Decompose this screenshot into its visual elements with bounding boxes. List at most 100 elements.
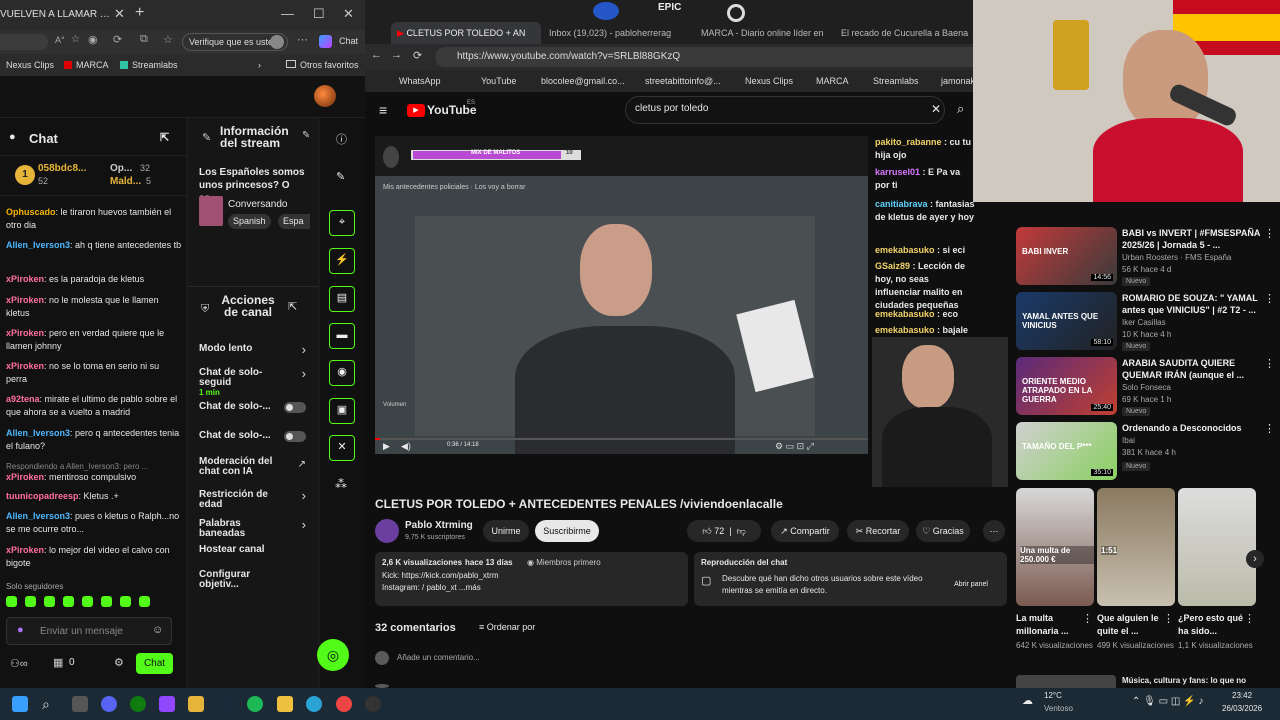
toggle-switch[interactable] — [284, 431, 306, 442]
search-icon[interactable]: ⌕ — [42, 696, 58, 712]
recommended-video[interactable]: TAMAÑO DEL P*** 35:10 Ordenando a Desconoc… — [1016, 422, 1276, 482]
tab-cucurella[interactable]: El recado de Cucurella a Baena — [835, 22, 973, 44]
video-thumbnail[interactable]: TAMAÑO DEL P*** 35:10 — [1016, 422, 1117, 480]
tab-title[interactable]: VUELVEN A LLAMAR CLETUS A — [0, 9, 112, 20]
discord-icon[interactable] — [101, 696, 117, 712]
user-avatar[interactable] — [314, 85, 336, 107]
tag[interactable]: Spanish — [228, 214, 271, 229]
chart-icon[interactable]: ↗ — [298, 459, 306, 470]
points-icon[interactable]: ⚇∞ — [10, 657, 28, 670]
message-user[interactable]: xPiroken — [6, 328, 44, 338]
recommended-video[interactable]: ORIENTE MEDIO ATRAPADO EN LA GUERRA 25:40… — [1016, 357, 1276, 417]
chevron-right-icon[interactable]: › — [258, 60, 261, 70]
input-placeholder[interactable]: Enviar un mensaje — [40, 626, 123, 637]
kick-link[interactable]: Kick: https://kick.com/pablo_xtrm — [382, 571, 498, 580]
volume-icon[interactable]: ◀) — [401, 441, 411, 452]
leader-name[interactable]: Op... — [110, 163, 132, 174]
tab-youtube[interactable]: ▶ CLETUS POR TOLEDO + AN — [391, 22, 541, 44]
refresh-icon[interactable]: ⟳ — [113, 33, 122, 46]
app-icon[interactable] — [188, 696, 204, 712]
refresh-icon[interactable]: ⟳ — [413, 49, 422, 62]
edge-icon[interactable] — [306, 696, 322, 712]
share-button[interactable]: ↗ Compartir — [771, 520, 839, 542]
search-icon[interactable]: ⌕ — [957, 101, 964, 117]
leader-name[interactable]: Mald... — [110, 176, 141, 187]
message-user[interactable]: xPiroken — [6, 361, 44, 371]
recommended-video[interactable]: BABI INVER 14:56 BABI vs INVERT | #FMSESPA… — [1016, 227, 1276, 287]
action-item[interactable]: Modo lento — [199, 344, 289, 354]
message-user[interactable]: xPiroken — [6, 472, 44, 482]
layout-icon[interactable]: ▣ — [329, 398, 355, 424]
broadcast-icon[interactable]: ◉ — [329, 360, 355, 386]
tray-icons[interactable]: ⌃ 🎙︎ ▭ ◫ ⚡ ♪ — [1132, 696, 1203, 707]
short-title[interactable]: ¿Pero esto qué ha sido... — [1178, 612, 1248, 638]
join-button[interactable]: Unirme — [483, 520, 529, 542]
folder-icon[interactable] — [277, 696, 293, 712]
action-item[interactable]: Restricción de edad — [199, 490, 289, 510]
bookmark-gmail[interactable]: blocolee@gmail.co... — [541, 76, 625, 86]
chevron-right-icon[interactable]: › — [302, 488, 306, 503]
maximize-icon[interactable]: ☐ — [313, 6, 325, 22]
pencil-icon[interactable]: ✎ — [336, 170, 345, 183]
short-thumbnail[interactable]: 1:51 — [1097, 488, 1175, 606]
thanks-button[interactable]: ♡ Gracias — [916, 520, 970, 542]
back-icon[interactable]: ← — [371, 49, 382, 61]
channel-name[interactable]: Pablo Xtrming — [405, 520, 473, 531]
message-user[interactable]: xPiroken — [6, 545, 44, 555]
emoji-icon[interactable]: ☺ — [152, 624, 163, 636]
minimize-icon[interactable]: — — [281, 6, 294, 21]
steam-icon[interactable] — [218, 696, 234, 712]
toggle-switch[interactable] — [284, 402, 306, 413]
url-text[interactable]: https://www.youtube.com/watch?v=SRLBl88G… — [457, 51, 680, 62]
video-thumbnail[interactable]: BABI INVER 14:56 — [1016, 227, 1117, 285]
message-user[interactable]: Ophuscado — [6, 207, 56, 217]
message-user[interactable]: xPiroken — [6, 295, 44, 305]
group-icon[interactable]: ⁂ — [335, 477, 347, 491]
action-item[interactable]: Palabras baneadas — [199, 519, 289, 539]
star-icon[interactable]: ☆ — [71, 34, 80, 45]
new-tab-icon[interactable]: + — [135, 4, 144, 22]
fav-other[interactable]: Otros favoritos — [300, 60, 359, 70]
chevron-right-icon[interactable]: › — [302, 342, 306, 357]
short-title[interactable]: Que alguien le quite el ... — [1097, 612, 1167, 638]
action-item[interactable]: Chat de solo-... — [199, 431, 289, 441]
recommended-video[interactable]: YAMAL ANTES QUE VINICIUS 58:10 ROMARIO DE … — [1016, 292, 1276, 352]
video-thumbnail[interactable]: ORIENTE MEDIO ATRAPADO EN LA GUERRA 25:40 — [1016, 357, 1117, 415]
headset-icon[interactable]: ◎ — [317, 639, 349, 671]
gift-icon[interactable]: ▦ — [53, 656, 63, 669]
favorite-icon[interactable]: ☆ — [163, 33, 173, 46]
clear-search-icon[interactable]: ✕ — [931, 102, 941, 116]
message-user[interactable]: a92tena — [6, 394, 40, 404]
video-thumbnail[interactable]: YAMAL ANTES QUE VINICIUS 58:10 — [1016, 292, 1117, 350]
send-chat-button[interactable]: Chat — [136, 653, 173, 674]
clip-button[interactable]: ✂ Recortar — [847, 520, 909, 542]
read-aloud-icon[interactable]: A° — [55, 35, 65, 45]
like-button[interactable]: 👍︎ 72 | 👎︎ — [687, 520, 761, 542]
bookmark-whatsapp[interactable]: WhatsApp — [399, 76, 441, 86]
short-thumbnail[interactable] — [1178, 488, 1256, 606]
popout-icon[interactable]: ⇱ — [288, 300, 297, 313]
action-item[interactable]: Chat de solo-seguid 1 min — [199, 368, 289, 398]
document-icon[interactable]: ▤ — [329, 286, 355, 312]
shield-icon[interactable]: ◉ — [88, 33, 98, 46]
obs-icon[interactable] — [365, 696, 381, 712]
crosshair-icon[interactable]: ⌖ — [329, 210, 355, 236]
short-thumbnail[interactable]: Una multa de 250.000 € — [1016, 488, 1094, 606]
video-player[interactable]: MIX DE MALITOS 10 Mis antecedentes polic… — [375, 136, 868, 454]
spotify-icon[interactable] — [247, 696, 263, 712]
more-actions-icon[interactable]: ⋯ — [983, 520, 1005, 542]
action-item[interactable]: Configurar objetiv... — [199, 570, 289, 590]
category-thumbnail[interactable] — [199, 196, 223, 226]
message-input[interactable]: ● Enviar un mensaje ☺ — [6, 617, 172, 645]
close-tab-icon[interactable]: ✕ — [114, 6, 125, 22]
xbox-icon[interactable] — [130, 696, 146, 712]
action-item[interactable]: Chat de solo-... — [199, 402, 289, 412]
more-icon[interactable]: ⋮ — [1244, 612, 1255, 625]
bookmark-streamlabs[interactable]: Streamlabs — [873, 76, 919, 86]
lightning-icon[interactable]: ⚡ — [329, 248, 355, 274]
more-icon[interactable]: ⋮ — [1082, 612, 1093, 625]
message-user[interactable]: Allen_Iverson3 — [6, 428, 70, 438]
chat-button[interactable]: Chat — [339, 36, 358, 46]
open-panel-button[interactable]: Abrir panel — [946, 576, 996, 594]
sort-button[interactable]: ≡ Ordenar por — [479, 622, 535, 632]
